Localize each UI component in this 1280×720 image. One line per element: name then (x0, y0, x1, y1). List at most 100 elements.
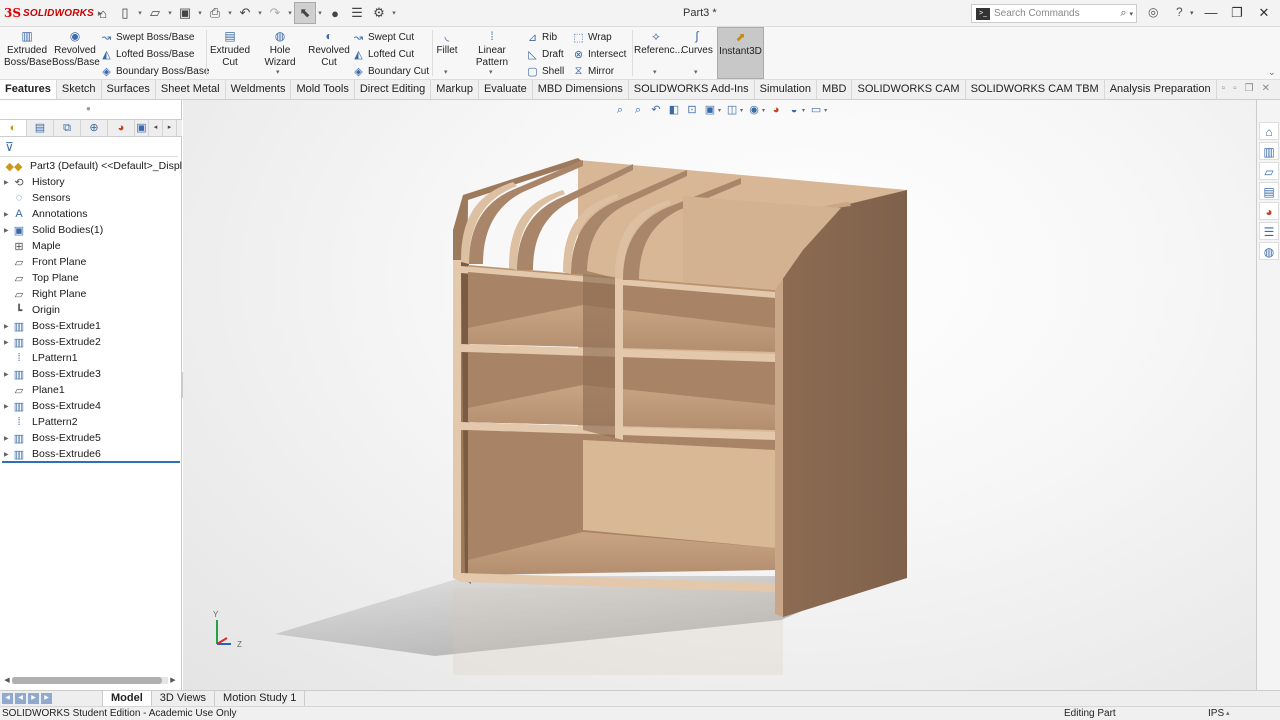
units-dropdown-icon[interactable]: ▴ (1226, 707, 1230, 720)
panel-grip-icon[interactable]: ● (86, 104, 91, 113)
solidworks-logo[interactable]: 3S SOLIDWORKS ▸ (0, 0, 102, 27)
hole-wizard-button[interactable]: ◍ Hole Wizard ▾ (254, 29, 306, 77)
options-gear-icon[interactable]: ⚙ (368, 2, 390, 24)
tree-item-sensors[interactable]: ◌ Sensors (0, 190, 182, 206)
open-icon[interactable]: ▱ (144, 2, 166, 24)
tree-item-history[interactable]: ▶ ⟲ History (0, 174, 182, 190)
curves-button[interactable]: ∫ Curves ▾ (680, 29, 714, 77)
tree-item-boss-extrude3[interactable]: ▶ ▥ Boss-Extrude3 (0, 366, 182, 382)
tab-mbd-dimensions[interactable]: MBD Dimensions (533, 80, 629, 99)
panel-tabs-right-arrow-icon[interactable]: ▸ (163, 120, 177, 136)
tree-item-origin[interactable]: ┗ Origin (0, 302, 182, 318)
design-library-icon[interactable]: ▥ (1259, 142, 1279, 160)
tree-root-part[interactable]: ◆◆ Part3 (Default) <<Default>_Displ (0, 158, 182, 174)
print-dropdown-icon[interactable]: ▾ (226, 9, 234, 17)
expand-arrow-icon[interactable]: ▶ (4, 323, 12, 330)
wrap-button[interactable]: ⬚ Wrap (572, 29, 611, 45)
hole-wizard-dropdown-icon[interactable]: ▾ (276, 67, 280, 79)
undo-icon[interactable]: ↶ (234, 2, 256, 24)
tree-item-front-plane[interactable]: ▱ Front Plane (0, 254, 182, 270)
tree-item-boss-extrude4[interactable]: ▶ ▥ Boss-Extrude4 (0, 398, 182, 414)
next-tab-icon[interactable]: ▶ (28, 693, 39, 704)
feature-manager-tab-icon[interactable]: ◐ (0, 120, 27, 136)
bottom-tab-3d-views[interactable]: 3D Views (152, 691, 216, 706)
tab-markup[interactable]: Markup (431, 80, 479, 99)
reference-dropdown-icon[interactable]: ▾ (653, 67, 657, 79)
new-document-icon[interactable]: ▯ (114, 2, 136, 24)
expand-arrow-icon[interactable]: ▶ (4, 211, 12, 218)
expand-arrow-icon[interactable]: ▶ (4, 339, 12, 346)
cam-tab-icon[interactable]: ▣ (135, 120, 149, 136)
fillet-button[interactable]: ◟ Fillet ▾ (434, 29, 460, 77)
expand-arrow-icon[interactable]: ▶ (4, 371, 12, 378)
tab-solidworks-cam-tbm[interactable]: SOLIDWORKS CAM TBM (966, 80, 1105, 99)
linear-pattern-button[interactable]: ⁞ Linear Pattern ▾ (462, 29, 522, 77)
select-dropdown-icon[interactable]: ▾ (316, 9, 324, 17)
revolved-boss-button[interactable]: ◉ Revolved Boss/Base (52, 29, 100, 77)
traffic-light-icon[interactable]: ● (324, 2, 346, 24)
command-manager-collapse-icon[interactable]: ⌄ (1268, 67, 1276, 78)
file-explorer-icon[interactable]: ▱ (1259, 162, 1279, 180)
tree-item-boss-extrude6[interactable]: ▶ ▥ Boss-Extrude6 (0, 446, 182, 462)
scroll-track[interactable] (12, 676, 168, 684)
first-tab-icon[interactable]: ◀ (2, 693, 13, 704)
swept-boss-button[interactable]: ↝ Swept Boss/Base (100, 29, 194, 45)
user-account-icon[interactable]: ◎ (1148, 5, 1158, 19)
save-dropdown-icon[interactable]: ▾ (196, 9, 204, 17)
redo-dropdown-icon[interactable]: ▾ (286, 9, 294, 17)
appearances-icon[interactable]: ◕ (1259, 202, 1279, 220)
tree-item-top-plane[interactable]: ▱ Top Plane (0, 270, 182, 286)
undo-dropdown-icon[interactable]: ▾ (256, 9, 264, 17)
panel-tabs-left-arrow-icon[interactable]: ◂ (149, 120, 163, 136)
tile-icon[interactable]: ▫ (1222, 83, 1226, 94)
bottom-tab-model[interactable]: Model (102, 691, 152, 706)
tab-evaluate[interactable]: Evaluate (479, 80, 533, 99)
extruded-boss-button[interactable]: ▥ Extruded Boss/Base (4, 29, 52, 77)
units-selector[interactable]: IPS (1208, 707, 1224, 720)
dimxpert-tab-icon[interactable]: ⊕ (81, 120, 108, 136)
lofted-boss-button[interactable]: ◭ Lofted Boss/Base (100, 46, 194, 62)
help-dropdown-icon[interactable]: ▾ (1190, 9, 1194, 17)
solidworks-resources-icon[interactable]: ⌂ (1259, 122, 1279, 140)
linear-pattern-dropdown-icon[interactable]: ▾ (489, 67, 493, 79)
scroll-left-icon[interactable]: ◀ (2, 676, 12, 684)
fillet-dropdown-icon[interactable]: ▾ (444, 67, 448, 79)
expand-arrow-icon[interactable]: ▶ (4, 435, 12, 442)
tree-item-maple[interactable]: ⊞ Maple (0, 238, 182, 254)
help-icon[interactable]: ? (1176, 5, 1183, 19)
file-properties-icon[interactable]: ☰ (346, 2, 368, 24)
rollback-bar[interactable] (2, 461, 180, 463)
options-dropdown-icon[interactable]: ▾ (390, 9, 398, 17)
scroll-right-icon[interactable]: ▶ (168, 676, 178, 684)
expand-arrow-icon[interactable]: ▶ (4, 403, 12, 410)
tree-item-annotations[interactable]: ▶ A Annotations (0, 206, 182, 222)
bottom-tab-motion-study-1[interactable]: Motion Study 1 (215, 691, 306, 706)
save-icon[interactable]: ▣ (174, 2, 196, 24)
tree-item-right-plane[interactable]: ▱ Right Plane (0, 286, 182, 302)
boundary-boss-button[interactable]: ◈ Boundary Boss/Base (100, 63, 209, 79)
swept-cut-button[interactable]: ↝ Swept Cut (352, 29, 414, 45)
tree-item-boss-extrude5[interactable]: ▶ ▥ Boss-Extrude5 (0, 430, 182, 446)
expand-arrow-icon[interactable]: ▶ (4, 451, 12, 458)
curves-dropdown-icon[interactable]: ▾ (694, 67, 698, 79)
open-dropdown-icon[interactable]: ▾ (166, 9, 174, 17)
new-dropdown-icon[interactable]: ▾ (136, 9, 144, 17)
instant3d-button[interactable]: ⬈ Instant3D (717, 27, 764, 79)
close-doc-icon[interactable]: ✕ (1262, 83, 1270, 94)
reference-geometry-button[interactable]: ⟡ Referenc... ▾ (634, 29, 683, 79)
mirror-button[interactable]: ⧖ Mirror (572, 63, 614, 79)
tab-features[interactable]: Features (0, 80, 57, 99)
draft-button[interactable]: ◺ Draft (526, 46, 563, 62)
display-manager-tab-icon[interactable]: ◕ (108, 120, 135, 136)
expand-arrow-icon[interactable]: ▶ (4, 227, 12, 234)
configuration-manager-tab-icon[interactable]: ⧉ (54, 120, 81, 136)
tab-sketch[interactable]: Sketch (57, 80, 102, 99)
tab-direct-editing[interactable]: Direct Editing (355, 80, 432, 99)
tab-mbd[interactable]: MBD (817, 80, 853, 99)
search-icon[interactable]: ⌕ (1120, 7, 1129, 20)
tree-item-lpattern1[interactable]: ⁞ LPattern1 (0, 350, 182, 366)
minimize-button[interactable]: — (1197, 3, 1225, 23)
shell-button[interactable]: ▢ Shell (526, 63, 564, 79)
lofted-cut-button[interactable]: ◭ Lofted Cut (352, 46, 414, 62)
redo-icon[interactable]: ↷ (264, 2, 286, 24)
